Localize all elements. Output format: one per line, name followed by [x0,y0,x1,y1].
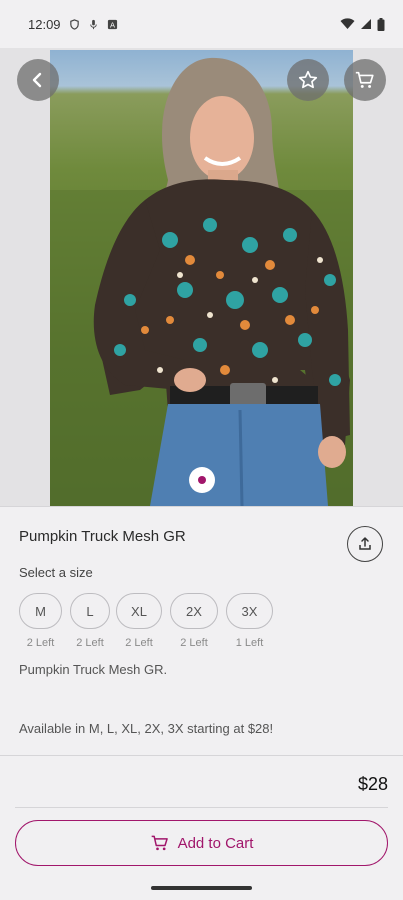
shield-icon [69,18,79,30]
product-title: Pumpkin Truck Mesh GR [19,528,186,545]
add-to-cart-label: Add to Cart [177,834,254,852]
product-photo [50,50,353,506]
battery-icon [377,17,385,31]
size-option-2x[interactable]: 2X [170,593,218,629]
size-stock-3x: 1 Left [235,637,264,649]
status-time: 12:09 [28,16,61,32]
size-prompt: Select a size [19,565,93,580]
chevron-left-icon [32,72,42,88]
notification-a-icon: A [107,19,117,29]
add-to-cart-button[interactable]: Add to Cart [15,820,388,866]
product-description-line1: Pumpkin Truck Mesh GR. [19,662,168,677]
product-description-line2: Available in M, L, XL, 2X, 3X starting a… [19,721,274,736]
cart-button[interactable] [344,59,386,101]
product-photo-illustration [50,57,353,506]
favorite-button[interactable] [287,59,329,101]
size-stock-l: 2 Left [76,637,104,649]
mic-off-icon [89,19,97,29]
divider [0,755,403,756]
size-stock-2x: 2 Left [180,637,208,649]
cart-icon [355,71,374,88]
product-price: $28 [357,774,388,794]
share-button[interactable] [347,526,383,562]
svg-text:A: A [110,20,115,29]
size-stock-xl: 2 Left [125,637,153,649]
status-bar: 12:09 A [0,0,403,48]
product-image-carousel[interactable] [0,48,403,506]
share-icon [359,537,371,550]
carousel-indicator[interactable] [189,467,215,493]
gesture-home-bar[interactable] [151,886,252,890]
size-option-3x[interactable]: 3X [226,593,273,629]
size-option-xl[interactable]: XL [116,593,162,629]
divider [15,807,388,808]
size-stock-m: 2 Left [26,637,55,649]
size-option-m[interactable]: M [19,593,62,629]
divider [0,506,403,507]
star-icon [298,70,318,89]
size-option-l[interactable]: L [70,593,110,629]
wifi-icon [340,18,355,29]
cart-icon [151,835,168,851]
cell-signal-icon [361,19,371,29]
back-button[interactable] [17,59,59,101]
carousel-dot-active [198,476,206,484]
